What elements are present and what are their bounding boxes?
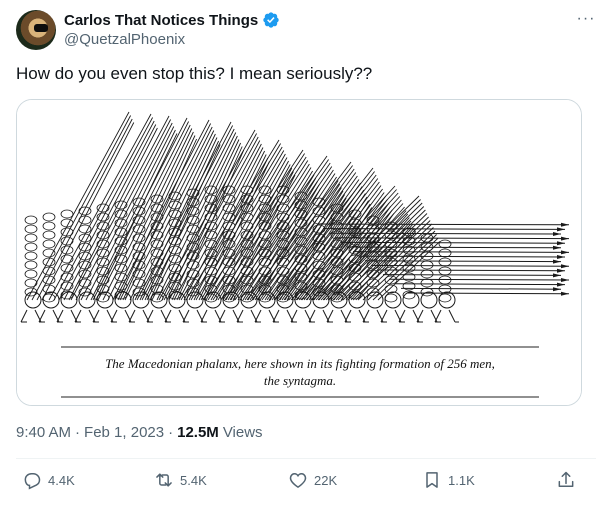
share-icon — [558, 471, 574, 487]
bookmark-button[interactable]: 1.1K — [422, 470, 475, 490]
heart-icon — [289, 472, 307, 488]
reply-icon — [24, 473, 41, 490]
verified-badge-icon — [263, 12, 279, 28]
repost-icon — [156, 473, 172, 487]
meta-separator-2: · — [168, 424, 174, 441]
meta-separator: · — [75, 424, 81, 441]
share-button[interactable] — [556, 470, 576, 490]
more-dots-icon[interactable]: ··· — [576, 11, 596, 32]
tweet-date[interactable]: Feb 1, 2023 — [84, 424, 164, 441]
views-count: 12.5M — [177, 424, 219, 441]
reply-count: 4.4K — [48, 472, 75, 488]
repost-count: 5.4K — [180, 472, 207, 488]
phalanx-illustration: The Macedonian phalanx, here shown in it… — [17, 100, 581, 405]
tweet-time[interactable]: 9:40 AM — [16, 424, 71, 441]
tweet-text: How do you even stop this? I mean seriou… — [16, 64, 373, 83]
handle[interactable]: @QuetzalPhoenix — [64, 31, 185, 48]
reply-button[interactable]: 4.4K — [22, 470, 75, 490]
action-bar: 4.4K 5.4K 22K 1.1K — [16, 470, 596, 498]
avatar[interactable] — [16, 10, 56, 50]
bookmark-icon — [426, 472, 438, 488]
views-label: Views — [222, 424, 263, 441]
like-button[interactable]: 22K — [288, 470, 337, 490]
divider — [16, 458, 596, 459]
repost-button[interactable]: 5.4K — [154, 470, 207, 490]
caption-line-2: the syntagma. — [264, 373, 336, 388]
name-row: Carlos That Notices Things — [64, 11, 280, 29]
like-count: 22K — [314, 472, 338, 488]
caption-line-1: The Macedonian phalanx, here shown in it… — [105, 356, 495, 371]
tweet-header: Carlos That Notices Things @QuetzalPhoen… — [16, 8, 596, 52]
display-name[interactable]: Carlos That Notices Things — [64, 12, 258, 29]
bookmark-count: 1.1K — [448, 472, 475, 488]
tweet-meta: 9:40 AM · Feb 1, 2023 · 12.5M Views — [16, 424, 263, 441]
tweet-media[interactable]: The Macedonian phalanx, here shown in it… — [16, 99, 582, 406]
